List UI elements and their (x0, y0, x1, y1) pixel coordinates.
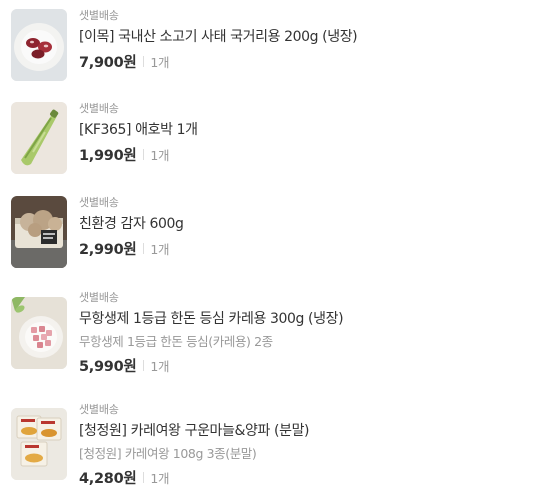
product-quantity: 1개 (150, 470, 170, 486)
potato-image-icon[interactable] (11, 196, 67, 268)
delivery-type: 샛별배송 (79, 403, 119, 416)
product-option: 무항생제 1등급 한돈 등심(카레용) 2종 (79, 334, 273, 349)
product-price: 4,280원 (79, 470, 137, 487)
product-quantity: 1개 (150, 54, 170, 70)
product-price: 2,990원 (79, 241, 137, 258)
cart-item-info: 샛별배송 친환경 감자 600g 2,990원 1개 (79, 196, 540, 258)
divider (143, 242, 145, 254)
cart-item-info: 샛별배송 [청정원] 카레여왕 구운마늘&양파 (분말) [청정원] 카레여왕 … (79, 403, 540, 487)
product-price: 1,990원 (79, 147, 137, 164)
product-quantity: 1개 (150, 358, 170, 374)
product-price: 5,990원 (79, 358, 137, 375)
product-quantity: 1개 (150, 241, 170, 257)
price-row: 7,900원 1개 (79, 52, 540, 71)
delivery-type: 샛별배송 (79, 196, 119, 209)
product-option: [청정원] 카레여왕 108g 3종(분말) (79, 446, 257, 461)
divider (143, 471, 145, 483)
delivery-type: 샛별배송 (79, 9, 119, 22)
cart-item-info: 샛별배송 [KF365] 애호박 1개 1,990원 1개 (79, 102, 540, 164)
product-name[interactable]: [청정원] 카레여왕 구운마늘&양파 (분말) (79, 422, 540, 440)
price-row: 2,990원 1개 (79, 239, 540, 258)
curry-image-icon[interactable] (11, 408, 67, 480)
price-row: 4,280원 1개 (79, 468, 540, 487)
product-name[interactable]: 친환경 감자 600g (79, 215, 540, 233)
beef-image-icon[interactable] (11, 9, 67, 81)
product-name[interactable]: [KF365] 애호박 1개 (79, 121, 540, 139)
product-name[interactable]: 무항생제 1등급 한돈 등심 카레용 300g (냉장) (79, 310, 540, 328)
cart-item-info: 샛별배송 무항생제 1등급 한돈 등심 카레용 300g (냉장) 무항생제 1… (79, 291, 540, 375)
divider (143, 148, 145, 160)
divider (143, 359, 145, 371)
pork-image-icon[interactable] (11, 297, 67, 369)
price-row: 5,990원 1개 (79, 356, 540, 375)
product-price: 7,900원 (79, 54, 137, 71)
cart-item-info: 샛별배송 [이목] 국내산 소고기 사태 국거리용 200g (냉장) 7,90… (79, 9, 540, 71)
price-row: 1,990원 1개 (79, 145, 540, 164)
zucchini-image-icon[interactable] (11, 102, 67, 174)
delivery-type: 샛별배송 (79, 102, 119, 115)
product-quantity: 1개 (150, 147, 170, 163)
divider (143, 55, 145, 67)
product-name[interactable]: [이목] 국내산 소고기 사태 국거리용 200g (냉장) (79, 28, 540, 46)
delivery-type: 샛별배송 (79, 291, 119, 304)
cart-item-list: 샛별배송 [이목] 국내산 소고기 사태 국거리용 200g (냉장) 7,90… (0, 0, 540, 500)
